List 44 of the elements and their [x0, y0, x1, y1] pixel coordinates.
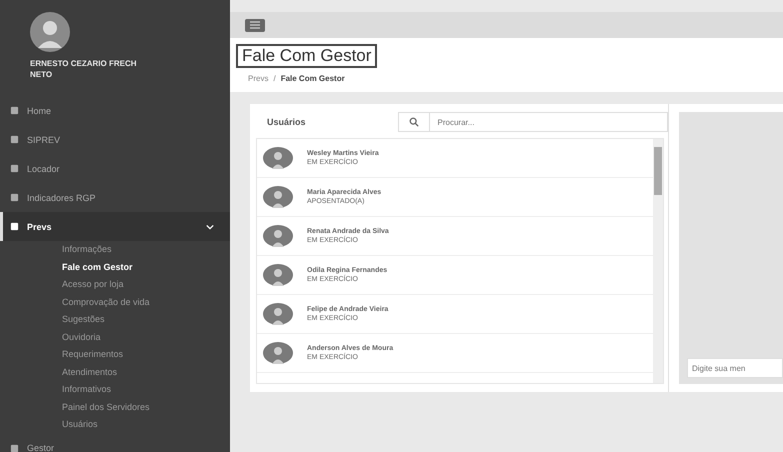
- submenu-item[interactable]: Acesso por loja: [0, 276, 230, 294]
- avatar-icon: [263, 303, 293, 325]
- sidebar-item[interactable]: Locador: [0, 154, 230, 183]
- menu-icon: [250, 21, 260, 29]
- page-title: Fale Com Gestor: [236, 44, 378, 68]
- menu-item-icon: [10, 222, 19, 231]
- menu-item-icon: [10, 193, 19, 202]
- submenu-item[interactable]: Fale com Gestor: [0, 258, 230, 276]
- menu-item-icon: [10, 164, 19, 173]
- sidebar-item[interactable]: SIPREV: [0, 125, 230, 154]
- submenu-item[interactable]: Requerimentos: [0, 346, 230, 364]
- submenu-item[interactable]: Atendimentos: [0, 364, 230, 381]
- avatar-icon: [263, 342, 293, 364]
- user-name: ERNESTO CEZARIO FRECH NETO: [30, 58, 138, 80]
- submenu-item[interactable]: Usuários: [0, 416, 230, 434]
- breadcrumb-item[interactable]: Prevs: [248, 74, 268, 83]
- avatar-icon: [263, 264, 293, 286]
- chevron-icon: [206, 222, 214, 230]
- submenu-item[interactable]: Informativos: [0, 381, 230, 398]
- menu-item-icon: [10, 444, 19, 452]
- search-icon: [408, 117, 419, 127]
- search-field[interactable]: Procurar...: [430, 112, 668, 132]
- avatar-icon: [263, 186, 293, 208]
- sidebar-item[interactable]: Indicadores RGP: [0, 183, 230, 212]
- submenu-item[interactable]: Sugestões: [0, 311, 230, 328]
- avatar-icon: [30, 12, 70, 52]
- message-field[interactable]: Digite sua men: [687, 358, 783, 378]
- avatar-icon: [263, 147, 293, 169]
- submenu-item[interactable]: Informações: [0, 241, 230, 258]
- sidebar-item[interactable]: Gestor: [0, 434, 230, 452]
- submenu-item[interactable]: Comprovação de vida: [0, 294, 230, 311]
- search-button[interactable]: [398, 112, 430, 132]
- menu-item-icon: [10, 135, 19, 144]
- sidebar-item[interactable]: Home: [0, 96, 230, 125]
- submenu-item[interactable]: Ouvidoria: [0, 328, 230, 346]
- avatar-icon: [263, 225, 293, 247]
- panel-title: Usuários: [267, 117, 306, 127]
- submenu-item[interactable]: Painel dos Servidores: [0, 398, 230, 416]
- breadcrumb-item: Fale Com Gestor: [280, 74, 345, 83]
- scrollbar[interactable]: [653, 139, 663, 383]
- sidebar-item[interactable]: Prevs: [0, 212, 230, 241]
- menu-toggle-button[interactable]: [245, 18, 265, 32]
- menu-item-icon: [10, 106, 19, 115]
- breadcrumb-separator: /: [273, 74, 276, 83]
